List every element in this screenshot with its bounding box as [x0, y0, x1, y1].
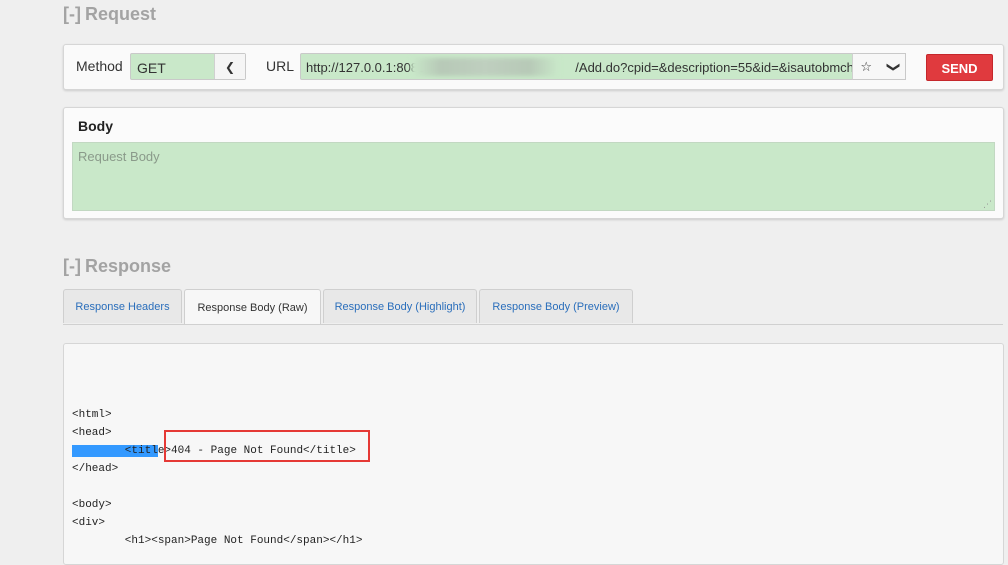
url-text: http://127.0.0.1:8080/Add.do?cpid=&descr… — [306, 60, 861, 75]
request-title-text: Request — [84, 4, 156, 24]
method-label: Method — [76, 58, 123, 74]
chevron-down-icon[interactable]: ❮ — [884, 61, 900, 72]
tab-response-body-raw[interactable]: Response Body (Raw) — [184, 289, 321, 325]
code-line: <html> — [72, 409, 112, 421]
method-value: GET — [137, 60, 166, 76]
url-input[interactable]: http://127.0.0.1:8080/Add.do?cpid=&descr… — [300, 53, 906, 80]
request-bar: Method GET ❮ URL http://127.0.0.1:8080/A… — [63, 44, 1004, 90]
star-icon[interactable]: ☆ — [860, 59, 872, 75]
chevron-down-icon[interactable]: ❮ — [214, 54, 245, 79]
request-body-textarea[interactable]: Request Body ⋰ — [72, 142, 995, 211]
tab-response-body-highlight[interactable]: Response Body (Highlight) — [323, 289, 477, 323]
request-body-placeholder: Request Body — [78, 149, 160, 164]
url-suffix: /Add.do?cpid=&description=55&id=&isautob… — [575, 60, 862, 75]
tab-response-headers[interactable]: Response Headers — [63, 289, 182, 323]
code-line: <div> — [72, 517, 106, 529]
annotation-highlight-box — [164, 430, 370, 462]
redaction-blur — [411, 58, 559, 76]
body-heading: Body — [78, 118, 113, 134]
tab-response-body-preview[interactable]: Response Body (Preview) — [479, 289, 633, 323]
url-actions: ☆ ❮ — [852, 53, 906, 80]
request-section-title[interactable]: [-] Request — [63, 4, 156, 25]
response-title-text: Response — [84, 256, 172, 276]
resize-grip-icon[interactable]: ⋰ — [983, 199, 992, 210]
code-line: <head> — [72, 427, 112, 439]
body-panel: Body Request Body ⋰ — [63, 107, 1004, 219]
response-section-title[interactable]: [-] Response — [63, 256, 171, 277]
code-line: <h1><span>Page Not Found</span></h1> — [72, 535, 363, 547]
selected-code-fragment: <titl — [72, 445, 158, 457]
collapse-toggle[interactable]: [-] — [63, 256, 81, 276]
response-code: <html> <head> <title>404 - Page Not Foun… — [72, 406, 362, 550]
send-button[interactable]: SEND — [926, 54, 993, 81]
code-line: </head> — [72, 463, 119, 475]
url-label: URL — [266, 58, 295, 74]
code-line: <body> — [72, 499, 112, 511]
url-prefix: http://127.0.0.1:8080 — [306, 60, 426, 75]
tabs-divider — [63, 324, 1003, 325]
method-select[interactable]: GET ❮ — [130, 53, 246, 80]
collapse-toggle[interactable]: [-] — [63, 4, 81, 24]
